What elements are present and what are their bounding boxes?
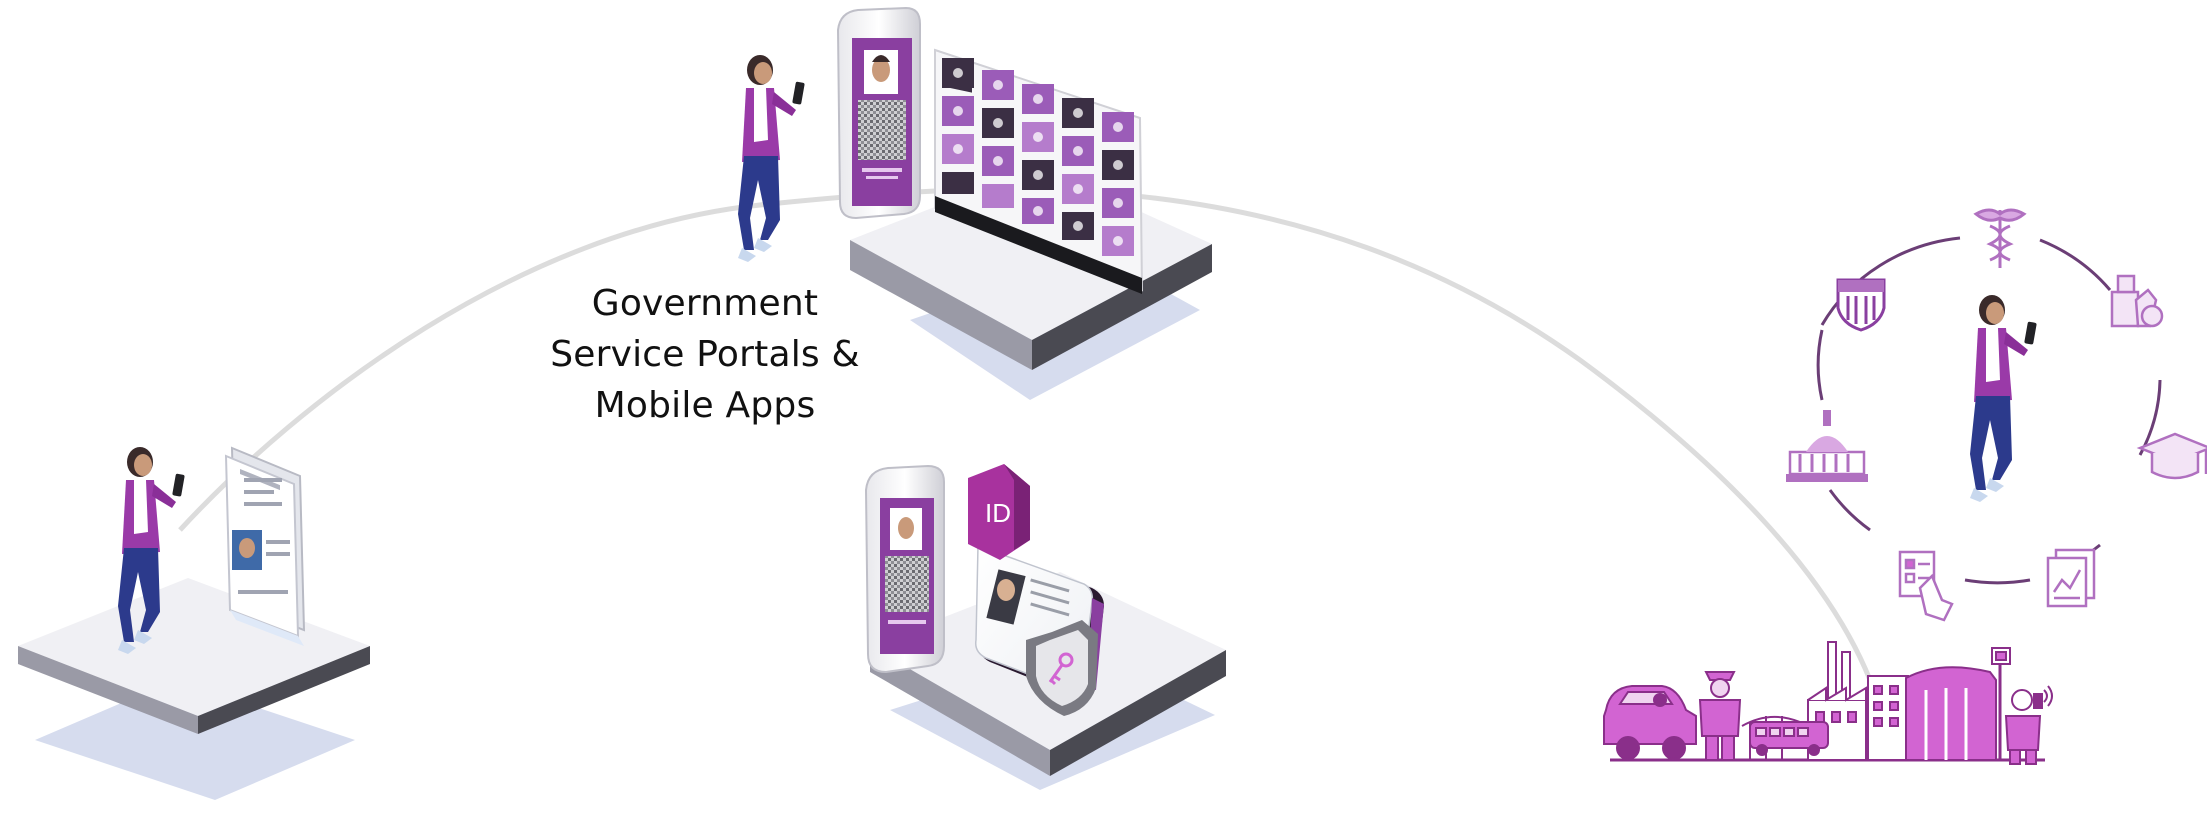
document-stack [224, 446, 306, 646]
police-officer-icon [1698, 671, 1742, 761]
service-ring [1786, 208, 2207, 622]
bus-stop-icon [1905, 647, 2011, 761]
bus-icon [1749, 721, 1829, 756]
mobile-app-phone [836, 6, 921, 220]
scene-caption: Government Service Portals & Mobile Apps [510, 278, 900, 431]
id-badge-label: ID [985, 498, 1011, 528]
person-with-phone-icon [2004, 685, 2053, 765]
caption-line: Government [591, 283, 819, 324]
woman-figure [738, 55, 805, 262]
education-tools-icon [2110, 274, 2164, 328]
checklist-hand-icon [1898, 550, 1954, 622]
id-badge: ID [968, 464, 1030, 560]
diagram-svg: ID [18, 6, 2207, 800]
shield-stars-icon [1836, 278, 1886, 332]
mobile-wallet-phone [864, 464, 945, 674]
capitol-building-icon [1786, 410, 1868, 482]
diagram-canvas: ID [0, 0, 2207, 815]
caduceus-icon [1973, 208, 2027, 268]
caption-line: Mobile Apps [594, 385, 816, 426]
report-documents-icon [2046, 548, 2096, 608]
car-icon [1603, 685, 1697, 760]
caption-line: Service Portals & [550, 334, 860, 375]
digital-id-platform-scene: ID [864, 464, 1226, 790]
graduation-cap-icon [2136, 432, 2207, 480]
city-services-strip [1603, 641, 2053, 765]
woman-figure [1970, 295, 2037, 502]
office-building-icon [1867, 675, 1909, 761]
platform-top [18, 578, 370, 716]
left-platform-scene [18, 446, 370, 800]
